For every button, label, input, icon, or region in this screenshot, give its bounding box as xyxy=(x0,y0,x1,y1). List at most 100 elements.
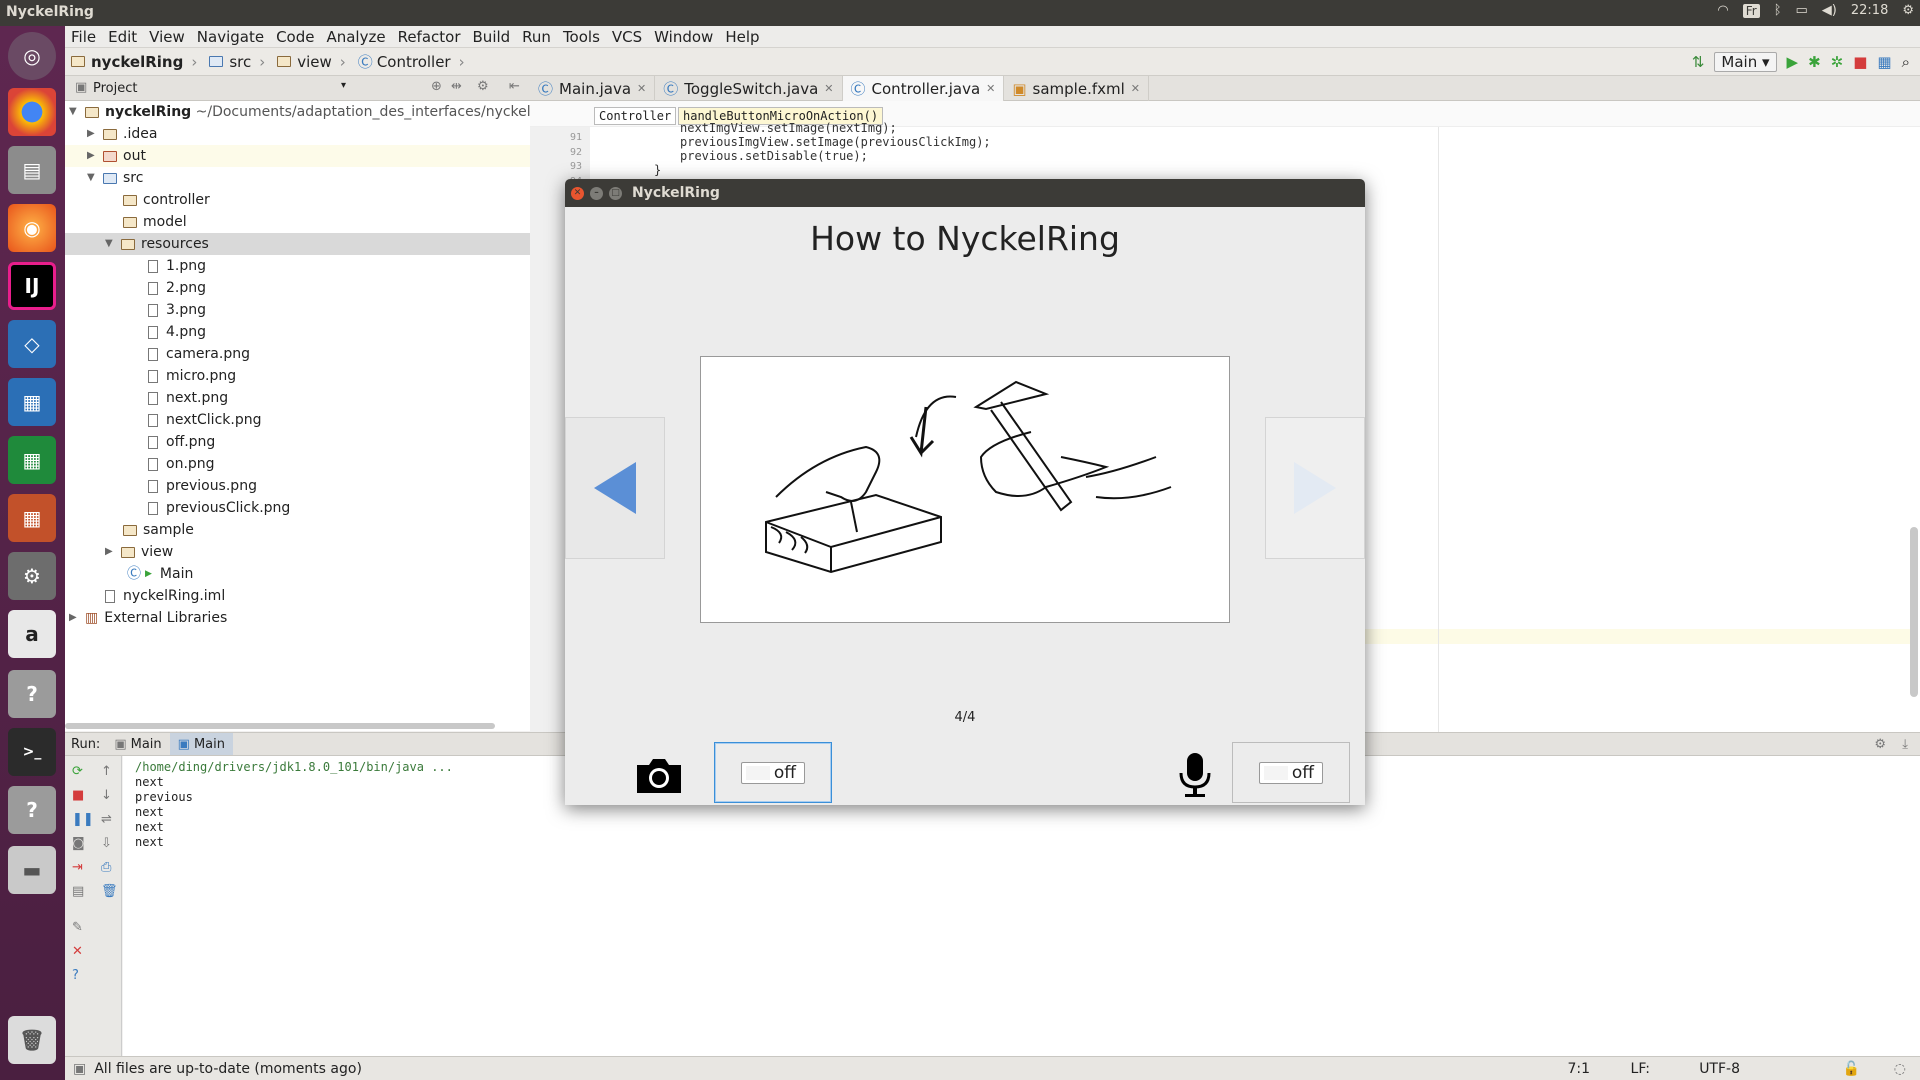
drive-icon[interactable]: ▬ xyxy=(8,846,56,894)
status-icon[interactable]: ▣ xyxy=(73,1061,86,1077)
breadcrumb-controller[interactable]: Ⓒ Controller › xyxy=(352,51,471,72)
libreoffice-impress-icon[interactable]: ▦ xyxy=(8,494,56,542)
coverage-icon[interactable]: ✲ xyxy=(1831,53,1844,71)
menu-file[interactable]: File xyxy=(65,28,102,46)
menu-analyze[interactable]: Analyze xyxy=(320,28,391,46)
tree-file[interactable]: next.png xyxy=(148,387,228,409)
sync-icon[interactable]: ⊕ xyxy=(431,79,442,94)
tree-file[interactable]: 2.png xyxy=(148,277,206,299)
pin-icon[interactable]: ✎ xyxy=(72,920,83,935)
rerun-icon[interactable]: ⟳ xyxy=(72,764,83,779)
minimize-icon[interactable]: – xyxy=(590,186,603,200)
menu-run[interactable]: Run xyxy=(516,28,557,46)
maximize-icon[interactable]: □ xyxy=(609,186,622,200)
layout-icon[interactable]: ▤ xyxy=(72,884,84,899)
tree-file[interactable]: on.png xyxy=(148,453,215,475)
tree-file[interactable]: nextClick.png xyxy=(148,409,261,431)
clock[interactable]: 22:18 xyxy=(1851,3,1888,18)
hide-panel-icon[interactable]: ⤓ xyxy=(1902,737,1908,752)
close-icon[interactable]: ✕ xyxy=(986,82,995,95)
tree-item-resources[interactable]: ▼ resources xyxy=(105,233,209,255)
terminal-icon[interactable]: >_ xyxy=(8,728,56,776)
breadcrumb-project[interactable]: nyckelRing › xyxy=(65,53,203,71)
intellij-icon[interactable]: IJ xyxy=(8,262,56,310)
amazon-icon[interactable]: a xyxy=(8,610,56,658)
wifi-icon[interactable]: ◠ xyxy=(1717,3,1728,18)
menu-tools[interactable]: Tools xyxy=(557,28,606,46)
wrap-icon[interactable]: ⇌ xyxy=(101,812,112,827)
tab-toggleswitch-java[interactable]: Ⓒ ToggleSwitch.java ✕ xyxy=(655,76,843,101)
clear-icon[interactable]: 🗑 xyxy=(101,884,118,899)
run-tab-main-1[interactable]: ▣ Main xyxy=(106,733,169,755)
tree-item-model[interactable]: model xyxy=(123,211,187,233)
project-structure-icon[interactable]: ▦ xyxy=(1877,53,1891,71)
tree-file[interactable]: micro.png xyxy=(148,365,236,387)
virtualbox-icon[interactable]: ◇ xyxy=(8,320,56,368)
window-titlebar[interactable]: ✕ – □ NyckelRing xyxy=(565,179,1365,207)
tab-main-java[interactable]: Ⓒ Main.java ✕ xyxy=(530,76,656,101)
run-config-select[interactable]: Main ▾ xyxy=(1714,52,1777,72)
close-icon[interactable]: ✕ xyxy=(637,82,646,95)
ubuntu-dash-icon[interactable]: ◎ xyxy=(8,32,56,80)
exit-icon[interactable]: ⇥ xyxy=(72,860,83,875)
libreoffice-calc-icon[interactable]: ▦ xyxy=(8,436,56,484)
menu-build[interactable]: Build xyxy=(467,28,517,46)
micro-toggle-switch[interactable]: off xyxy=(1259,761,1323,784)
settings-icon[interactable]: ⚙ xyxy=(1874,737,1886,752)
tree-file[interactable]: previous.png xyxy=(148,475,257,497)
tree-item-out[interactable]: ▶ out xyxy=(87,145,146,167)
event-log-icon[interactable]: ◌ xyxy=(1894,1061,1906,1077)
menu-refactor[interactable]: Refactor xyxy=(392,28,467,46)
tree-item-idea[interactable]: ▶ .idea xyxy=(87,123,157,145)
tree-item-sample[interactable]: sample xyxy=(123,519,194,541)
micro-toggle[interactable]: off xyxy=(1232,742,1350,803)
firefox-icon[interactable]: ◉ xyxy=(8,204,56,252)
caret-position[interactable]: 7:1 xyxy=(1567,1061,1590,1077)
menu-vcs[interactable]: VCS xyxy=(606,28,648,46)
close-icon[interactable]: ✕ xyxy=(571,186,584,200)
search-icon[interactable]: ⌕ xyxy=(1902,53,1910,71)
system-settings-icon[interactable]: ⚙ xyxy=(8,552,56,600)
lock-icon[interactable]: 🔓 xyxy=(1843,1061,1860,1077)
menu-window[interactable]: Window xyxy=(648,28,719,46)
tree-item-src[interactable]: ▼ src xyxy=(87,167,143,189)
horizontal-scrollbar[interactable] xyxy=(65,723,495,729)
tree-file[interactable]: 1.png xyxy=(148,255,206,277)
close-icon[interactable]: ✕ xyxy=(824,82,833,95)
tree-file[interactable]: off.png xyxy=(148,431,215,453)
scroll-up-icon[interactable]: ↑ xyxy=(101,764,112,779)
files-icon[interactable]: ▤ xyxy=(8,146,56,194)
tree-item-main[interactable]: Ⓒ ▶ Main xyxy=(127,563,193,585)
gear-icon[interactable]: ⚙ xyxy=(1902,3,1914,18)
bluetooth-icon[interactable]: ᛒ xyxy=(1774,3,1782,18)
next-button[interactable] xyxy=(1265,417,1365,559)
tree-file[interactable]: 4.png xyxy=(148,321,206,343)
camera-icon[interactable]: ◙ xyxy=(72,836,85,851)
vcs-update-icon[interactable]: ⇅ xyxy=(1692,53,1705,71)
camera-toggle[interactable]: off xyxy=(714,742,832,803)
file-encoding[interactable]: UTF-8 xyxy=(1699,1061,1740,1077)
line-separator[interactable]: LF: xyxy=(1631,1061,1650,1077)
collapse-icon[interactable]: ⇹ xyxy=(451,79,462,94)
tree-file[interactable]: 3.png xyxy=(148,299,206,321)
tab-controller-java[interactable]: Ⓒ Controller.java ✕ xyxy=(842,76,1005,101)
project-panel-title[interactable]: Project xyxy=(93,81,137,96)
menu-code[interactable]: Code xyxy=(270,28,320,46)
previous-button[interactable] xyxy=(565,417,665,559)
tree-item-controller[interactable]: controller xyxy=(123,189,210,211)
menu-navigate[interactable]: Navigate xyxy=(191,28,270,46)
tree-item-iml[interactable]: nyckelRing.iml xyxy=(105,585,225,607)
volume-icon[interactable]: ◀) xyxy=(1822,3,1837,18)
tab-sample-fxml[interactable]: ▣ sample.fxml ✕ xyxy=(1004,76,1150,101)
menu-edit[interactable]: Edit xyxy=(102,28,143,46)
trash-icon[interactable]: 🗑 xyxy=(8,1016,56,1064)
menu-help[interactable]: Help xyxy=(719,28,765,46)
scroll-down-icon[interactable]: ↓ xyxy=(101,788,112,803)
tree-item-view[interactable]: ▶ view xyxy=(105,541,173,563)
keyboard-layout[interactable]: Fr xyxy=(1742,3,1760,18)
close-icon[interactable]: ✕ xyxy=(72,944,83,959)
tree-file[interactable]: previousClick.png xyxy=(148,497,290,519)
scroll-end-icon[interactable]: ⇩ xyxy=(101,836,112,851)
libreoffice-writer-icon[interactable]: ▦ xyxy=(8,378,56,426)
unknown-app-icon-2[interactable]: ? xyxy=(8,786,56,834)
